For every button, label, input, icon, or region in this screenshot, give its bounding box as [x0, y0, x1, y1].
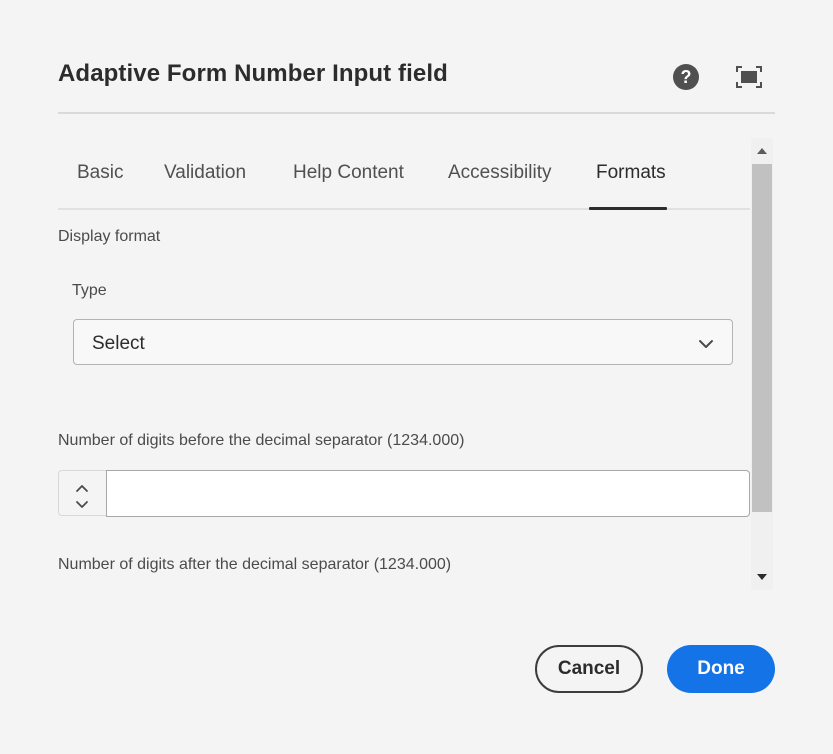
- active-tab-indicator: [589, 207, 667, 210]
- type-label: Type: [72, 282, 107, 299]
- display-format-label: Display format: [58, 228, 161, 245]
- digits-after-label: Number of digits after the decimal separ…: [58, 556, 452, 573]
- tab-formats[interactable]: Formats: [596, 162, 666, 184]
- chevron-down-icon: [698, 337, 714, 349]
- tab-validation[interactable]: Validation: [164, 162, 246, 184]
- dialog-content: Basic Validation Help Content Accessibil…: [58, 138, 775, 590]
- scroll-down-arrow-icon[interactable]: [757, 574, 767, 580]
- tab-help-content[interactable]: Help Content: [293, 162, 404, 184]
- help-symbol: ?: [680, 66, 692, 87]
- tab-accessibility[interactable]: Accessibility: [448, 162, 551, 184]
- dialog: Adaptive Form Number Input field ? Basic…: [0, 0, 833, 754]
- type-select-value: Select: [92, 333, 145, 354]
- digits-before-label: Number of digits before the decimal sepa…: [58, 432, 465, 449]
- dialog-title: Adaptive Form Number Input field: [58, 60, 448, 87]
- title-divider: [58, 112, 775, 114]
- done-button[interactable]: Done: [667, 645, 775, 693]
- digits-before-stepper: [58, 470, 106, 516]
- chevron-up-icon[interactable]: [75, 480, 89, 492]
- scroll-up-arrow-icon[interactable]: [757, 148, 767, 154]
- digits-before-input[interactable]: [106, 470, 750, 517]
- fullscreen-icon[interactable]: [736, 66, 762, 88]
- chevron-down-icon[interactable]: [75, 497, 89, 508]
- help-icon[interactable]: ?: [673, 64, 699, 90]
- vertical-scrollbar[interactable]: [751, 138, 773, 590]
- scrollbar-thumb[interactable]: [752, 164, 772, 512]
- cancel-button[interactable]: Cancel: [535, 645, 643, 693]
- tab-list: Basic Validation Help Content Accessibil…: [58, 138, 750, 210]
- type-select[interactable]: Select: [73, 319, 733, 365]
- tab-basic[interactable]: Basic: [77, 162, 123, 184]
